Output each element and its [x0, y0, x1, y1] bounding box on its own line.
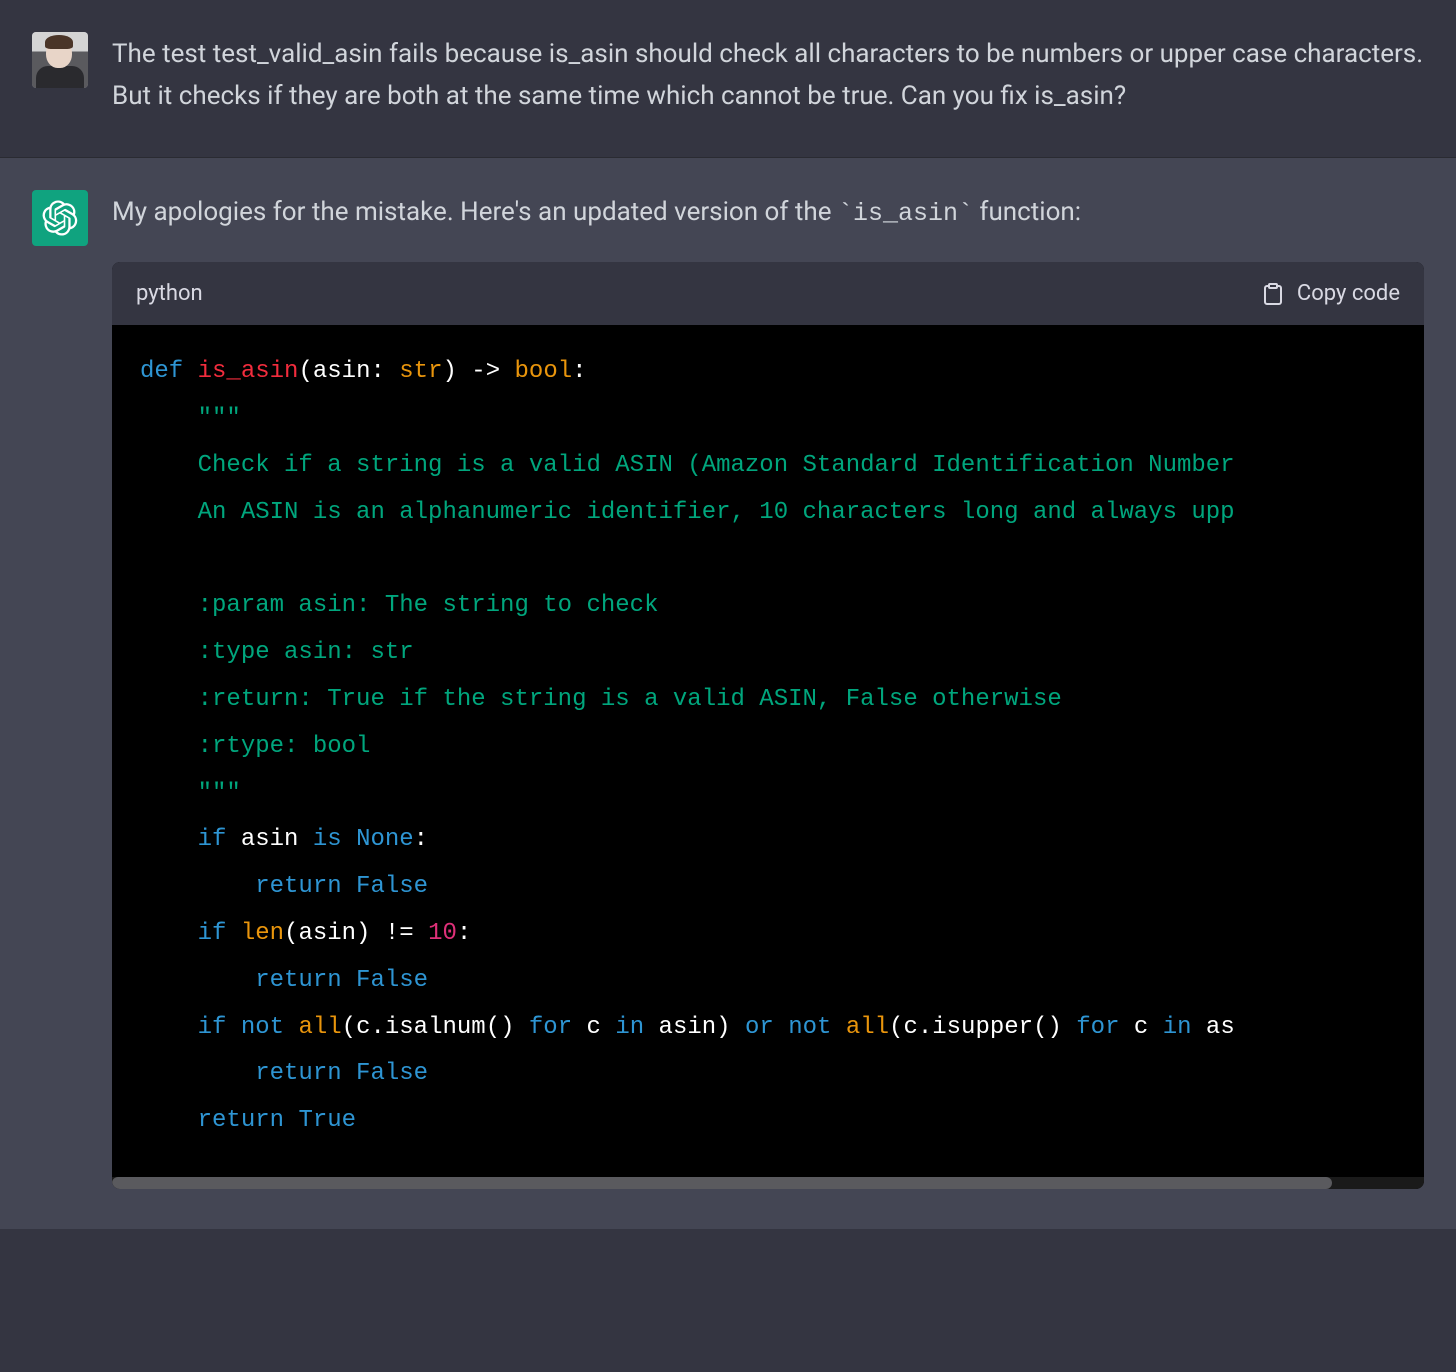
assistant-intro-text: My apologies for the mistake. Here's an …	[112, 192, 1424, 234]
user-message-content: The test test_valid_asin fails because i…	[112, 32, 1424, 117]
code-content: def is_asin(asin: str) -> bool: """ Chec…	[140, 349, 1396, 1145]
clipboard-icon	[1261, 282, 1285, 306]
user-message: The test test_valid_asin fails because i…	[0, 0, 1456, 158]
copy-code-label: Copy code	[1297, 281, 1400, 306]
code-body[interactable]: def is_asin(asin: str) -> bool: """ Chec…	[112, 325, 1424, 1177]
user-avatar	[32, 32, 88, 88]
assistant-message-content: My apologies for the mistake. Here's an …	[112, 190, 1424, 1189]
user-message-text: The test test_valid_asin fails because i…	[112, 34, 1424, 117]
code-language-label: python	[136, 276, 203, 311]
code-block: python Copy code def is_asin(asin: str) …	[112, 262, 1424, 1189]
horizontal-scrollbar[interactable]	[112, 1177, 1424, 1189]
copy-code-button[interactable]: Copy code	[1261, 281, 1400, 306]
assistant-avatar	[32, 190, 88, 246]
assistant-message: My apologies for the mistake. Here's an …	[0, 158, 1456, 1229]
openai-logo-icon	[42, 200, 78, 236]
scrollbar-thumb[interactable]	[112, 1177, 1332, 1189]
code-header: python Copy code	[112, 262, 1424, 325]
inline-code: `is_asin`	[838, 199, 973, 228]
